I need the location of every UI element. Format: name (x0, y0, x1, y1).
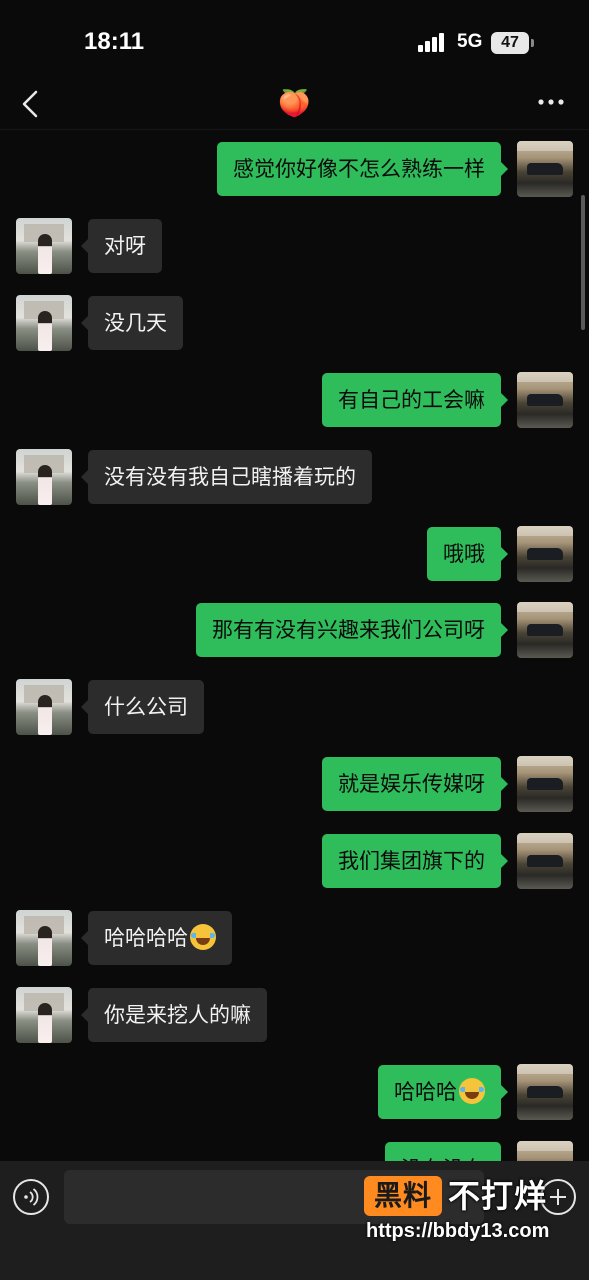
message-bubble[interactable]: 我们集团旗下的 (322, 834, 508, 888)
message-row-received: 没几天 (0, 295, 589, 353)
scrollbar[interactable] (581, 195, 585, 330)
message-text: 什么公司 (104, 695, 188, 719)
message-row-received: 对呀 (0, 218, 589, 276)
message-row-sent: 哈哈哈 (0, 1064, 589, 1122)
message-bubble[interactable]: 哦哦 (427, 527, 508, 581)
my-avatar[interactable] (517, 756, 573, 812)
message-row-sent: 哦哦 (0, 526, 589, 584)
my-avatar[interactable] (517, 141, 573, 197)
message-bubble[interactable]: 感觉你好像不怎么熟练一样 (217, 142, 508, 196)
watermark-brand: 黑料 (364, 1176, 442, 1216)
my-avatar[interactable] (517, 1141, 573, 1161)
message-bubble[interactable]: 没几天 (81, 296, 183, 350)
message-text: 哦哦 (443, 542, 485, 566)
message-bubble[interactable]: 哈哈哈哈 (81, 911, 232, 965)
message-text: 有自己的工会嘛 (338, 388, 485, 412)
message-row-sent: 就是娱乐传媒呀 (0, 756, 589, 814)
message-bubble[interactable]: 就是娱乐传媒呀 (322, 757, 508, 811)
message-row-sent: 那有有没有兴趣来我们公司呀 (0, 602, 589, 660)
message-row-sent: 我们集团旗下的 (0, 833, 589, 891)
message-text: 我们集团旗下的 (338, 849, 485, 873)
message-bubble[interactable]: 那有有没有兴趣来我们公司呀 (196, 603, 508, 657)
voice-button[interactable] (13, 1179, 49, 1215)
message-row-received: 没有没有我自己瞎播着玩的 (0, 449, 589, 507)
laughing-tears-emoji-icon (190, 924, 216, 950)
voice-icon (24, 1188, 39, 1206)
contact-avatar[interactable] (16, 295, 72, 351)
watermark-url: https://bbdy13.com (366, 1220, 550, 1242)
more-button[interactable] (536, 92, 566, 112)
message-bubble[interactable]: 没有没有我自己瞎播着玩的 (81, 450, 372, 504)
message-bubble[interactable]: 有自己的工会嘛 (322, 373, 508, 427)
message-text: 你是来挖人的嘛 (104, 1003, 251, 1027)
contact-avatar[interactable] (16, 910, 72, 966)
message-row-received: 什么公司 (0, 679, 589, 737)
network-type: 5G (457, 31, 483, 52)
back-icon (22, 90, 38, 118)
message-list[interactable]: 感觉你好像不怎么熟练一样对呀没几天有自己的工会嘛没有没有我自己瞎播着玩的哦哦那有… (0, 131, 589, 1161)
message-row-sent: 有自己的工会嘛 (0, 372, 589, 430)
message-text: 对呀 (104, 234, 146, 258)
message-bubble[interactable]: 你是来挖人的嘛 (81, 988, 267, 1042)
message-row-received: 哈哈哈哈 (0, 910, 589, 968)
message-text: 哈哈哈哈 (104, 926, 188, 950)
message-bubble[interactable]: 对呀 (81, 219, 162, 273)
chat-title: 🍑 (278, 89, 311, 119)
contact-avatar[interactable] (16, 679, 72, 735)
my-avatar[interactable] (517, 526, 573, 582)
more-icon (538, 99, 564, 105)
message-text: 感觉你好像不怎么熟练一样 (233, 157, 485, 181)
message-text: 哈哈哈 (394, 1080, 457, 1104)
message-bubble[interactable]: 没有没有 (385, 1142, 501, 1161)
my-avatar[interactable] (517, 833, 573, 889)
status-time: 18:11 (84, 28, 145, 55)
battery-icon: 47 (491, 32, 529, 54)
message-text: 那有有没有兴趣来我们公司呀 (212, 618, 485, 642)
message-row-sent: 没有没有 (0, 1141, 589, 1161)
message-row-received: 你是来挖人的嘛 (0, 987, 589, 1045)
back-button[interactable] (18, 86, 48, 122)
message-bubble[interactable]: 哈哈哈 (378, 1065, 508, 1119)
message-row-sent: 感觉你好像不怎么熟练一样 (0, 141, 589, 199)
watermark: 黑料 不打烊 https://bbdy13.com (364, 1176, 578, 1248)
message-text: 没有没有我自己瞎播着玩的 (104, 465, 356, 489)
my-avatar[interactable] (517, 1064, 573, 1120)
chat-header: 🍑 (0, 78, 589, 130)
laughing-tears-emoji-icon (459, 1078, 485, 1104)
message-bubble[interactable]: 什么公司 (81, 680, 204, 734)
message-text: 没几天 (104, 311, 167, 335)
my-avatar[interactable] (517, 372, 573, 428)
message-text: 就是娱乐传媒呀 (338, 772, 485, 796)
my-avatar[interactable] (517, 602, 573, 658)
contact-avatar[interactable] (16, 218, 72, 274)
signal-icon (418, 32, 450, 52)
watermark-tagline: 不打烊 (448, 1177, 548, 1215)
contact-avatar[interactable] (16, 449, 72, 505)
contact-avatar[interactable] (16, 987, 72, 1043)
status-bar: 18:11 5G 47 (0, 0, 589, 78)
battery-cap (531, 39, 534, 47)
